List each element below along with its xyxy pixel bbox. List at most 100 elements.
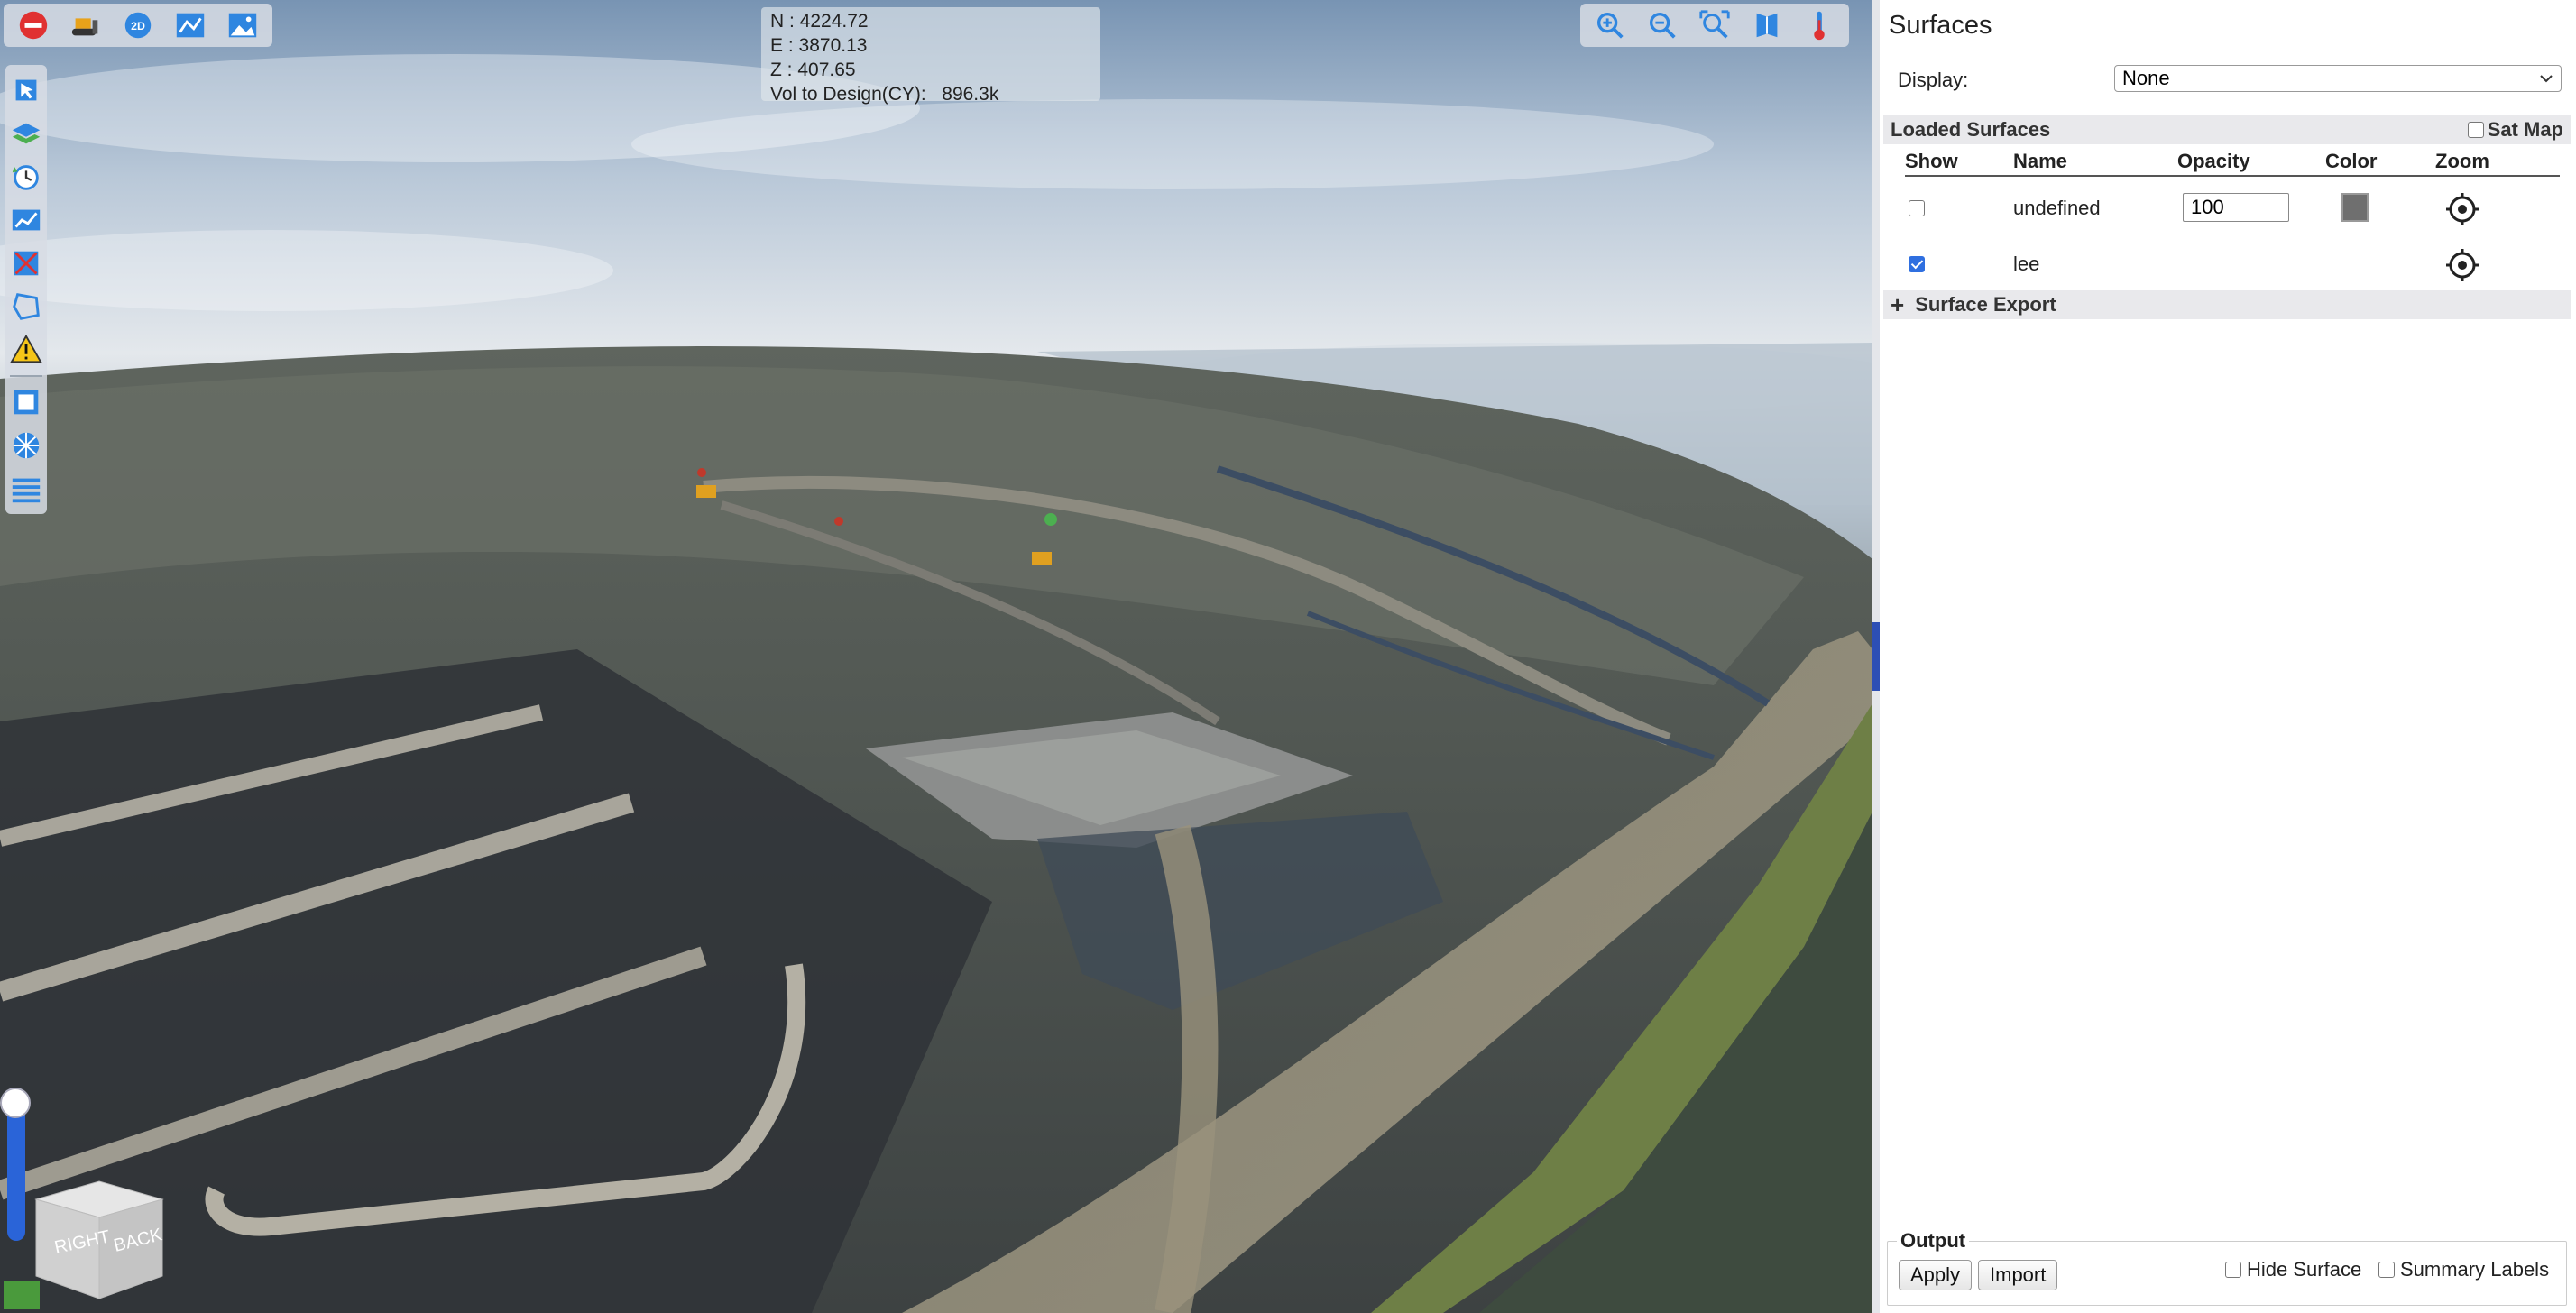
- elevation-row: Z : 407.65: [770, 58, 1091, 82]
- easting-label: E :: [770, 35, 794, 56]
- terrain-scene[interactable]: [0, 0, 1872, 1313]
- northing-row: N : 4224.72: [770, 9, 1091, 33]
- display-label: Display:: [1898, 69, 1969, 91]
- col-header-color: Color: [2325, 150, 2378, 172]
- list-icon: [12, 478, 41, 503]
- col-header-show: Show: [1905, 150, 1958, 172]
- measure-button[interactable]: [5, 242, 47, 285]
- summary-labels-toggle[interactable]: Summary Labels: [2378, 1258, 2549, 1281]
- zoom-extents-icon: [1699, 10, 1730, 39]
- summary-labels-label: Summary Labels: [2400, 1258, 2550, 1281]
- warning-button[interactable]: [5, 328, 47, 372]
- northing-label: N :: [770, 11, 795, 32]
- left-toolbar: [5, 65, 47, 514]
- equipment-button[interactable]: [61, 5, 110, 46]
- polygon-button[interactable]: [5, 285, 47, 328]
- top-left-toolbar: 2D: [4, 4, 272, 47]
- hide-surface-checkbox[interactable]: [2225, 1262, 2241, 1278]
- zoom-in-icon: [1596, 12, 1624, 39]
- zoom-extents-button[interactable]: [1690, 5, 1739, 46]
- 2d-label: 2D: [131, 20, 145, 32]
- polygon-icon: [13, 293, 40, 320]
- loaded-surfaces-title: Loaded Surfaces: [1891, 118, 2051, 141]
- elevation-value: 407.65: [797, 60, 856, 80]
- chart-icon: [12, 209, 41, 231]
- sat-map-toggle[interactable]: Sat Map: [2467, 118, 2563, 142]
- list-button[interactable]: [5, 467, 47, 510]
- col-header-name: Name: [2013, 150, 2067, 172]
- basemap-thumbnail[interactable]: [4, 1281, 40, 1309]
- history-button[interactable]: [5, 155, 47, 198]
- easting-row: E : 3870.13: [770, 33, 1091, 58]
- opacity-input[interactable]: [2183, 193, 2289, 222]
- header-divider: [1905, 175, 2560, 177]
- image-icon: [228, 13, 257, 38]
- profile-icon: [176, 13, 205, 38]
- summary-labels-checkbox[interactable]: [2378, 1262, 2395, 1278]
- hide-surface-label: Hide Surface: [2247, 1258, 2362, 1281]
- crosshair-icon[interactable]: [2444, 191, 2480, 227]
- color-swatch[interactable]: [2341, 193, 2369, 222]
- zoom-out-button[interactable]: [1638, 5, 1687, 46]
- volume-row: Vol to Design(CY): 896.3k: [770, 82, 1091, 106]
- globe-icon: [13, 432, 40, 459]
- chevron-down-icon: [2540, 75, 2553, 83]
- dozer-icon: [71, 18, 98, 36]
- splitter-grip[interactable]: [1872, 622, 1880, 691]
- volume-value: 896.3k: [942, 84, 999, 105]
- square-icon: [14, 390, 39, 415]
- coordinate-readout: N : 4224.72 E : 3870.13 Z : 407.65 Vol t…: [761, 7, 1100, 105]
- display-select[interactable]: None: [2114, 65, 2562, 92]
- surface-export-label: Surface Export: [1915, 293, 2056, 316]
- import-button[interactable]: Import: [1978, 1260, 2058, 1290]
- zoom-out-icon: [1649, 12, 1676, 39]
- show-checkbox[interactable]: [1909, 256, 1925, 272]
- show-checkbox[interactable]: [1909, 200, 1925, 216]
- layers-button[interactable]: [5, 112, 47, 155]
- 2d-icon: 2D: [124, 12, 152, 39]
- surface-name: lee: [2013, 252, 2040, 275]
- chart-button[interactable]: [5, 198, 47, 242]
- northing-value: 4224.72: [799, 11, 869, 32]
- measure-icon: [14, 251, 39, 276]
- profile-button[interactable]: [166, 5, 215, 46]
- stop-button[interactable]: [9, 5, 58, 46]
- top-right-toolbar: [1580, 4, 1849, 47]
- stop-icon: [19, 11, 48, 40]
- col-header-opacity: Opacity: [2177, 150, 2250, 172]
- 3d-viewport[interactable]: 2D N: 4224.72 E: 3870.13 Z: 407.65 Vo…: [0, 0, 1872, 1313]
- surface-export-toggle[interactable]: + Surface Export: [1883, 290, 2571, 319]
- apply-button[interactable]: Apply: [1899, 1260, 1973, 1290]
- thermometer-icon: [1814, 11, 1825, 41]
- globe-button[interactable]: [5, 424, 47, 467]
- easting-value: 3870.13: [798, 35, 868, 56]
- loaded-surfaces-header: Loaded Surfaces Sat Map: [1883, 115, 2571, 144]
- book-icon: [1756, 13, 1778, 38]
- volume-label: Vol to Design(CY):: [770, 84, 926, 105]
- plus-icon: +: [1891, 290, 1905, 318]
- 2d-toggle-button[interactable]: 2D: [114, 5, 162, 46]
- col-header-zoom: Zoom: [2435, 150, 2489, 172]
- layers-icon: [12, 123, 41, 144]
- zoom-in-button[interactable]: [1586, 5, 1634, 46]
- warning-icon: [10, 334, 42, 363]
- panel-title: Surfaces: [1889, 11, 1992, 40]
- sat-map-label: Sat Map: [2487, 118, 2563, 141]
- output-group: Output Apply Import Hide Surface Summary…: [1887, 1229, 2567, 1306]
- toolbar-divider: [10, 375, 42, 377]
- square-button[interactable]: [5, 381, 47, 424]
- select-button[interactable]: [5, 69, 47, 112]
- crosshair-icon[interactable]: [2444, 247, 2480, 283]
- image-button[interactable]: [218, 5, 267, 46]
- view-cube[interactable]: RIGHT BACK: [18, 1163, 180, 1308]
- thermometer-button[interactable]: [1795, 5, 1844, 46]
- table-row: undefined: [1905, 182, 2560, 236]
- table-row: lee: [1905, 238, 2560, 292]
- hide-surface-toggle[interactable]: Hide Surface: [2225, 1258, 2361, 1281]
- surfaces-panel: Surfaces Display: None Loaded Surfaces S…: [1880, 0, 2576, 1313]
- output-legend: Output: [1897, 1229, 1970, 1253]
- book-button[interactable]: [1743, 5, 1791, 46]
- camera-slider-handle[interactable]: [0, 1088, 31, 1118]
- sat-map-checkbox[interactable]: [2467, 122, 2484, 138]
- surface-name: undefined: [2013, 197, 2101, 219]
